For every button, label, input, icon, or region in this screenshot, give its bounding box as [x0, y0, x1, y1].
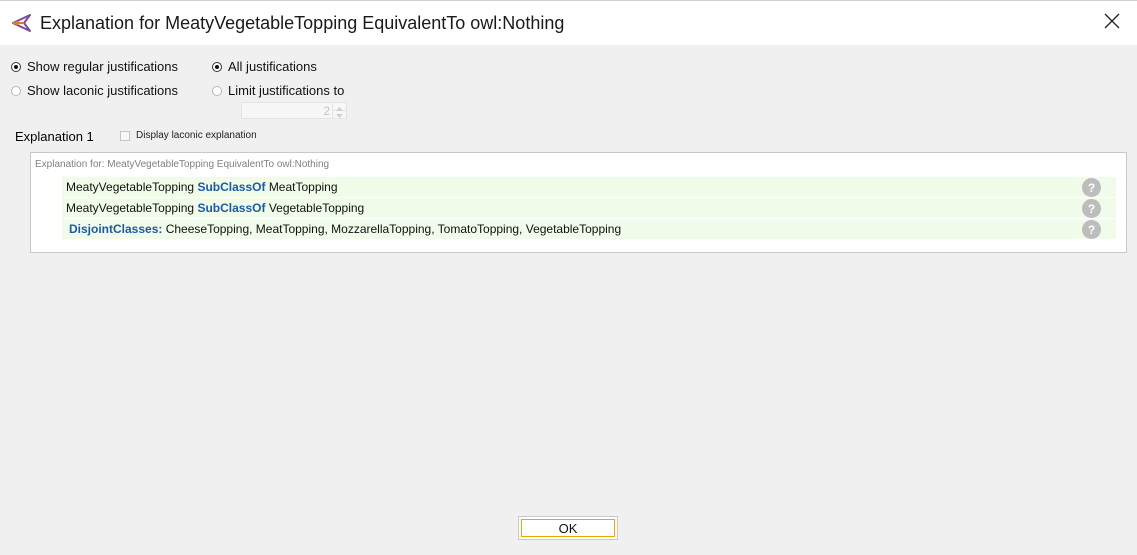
- display-laconic-checkbox[interactable]: Display laconic explanation: [120, 130, 257, 141]
- radio-indicator: [212, 61, 222, 72]
- axiom-text: DisjointClasses: CheeseTopping, MeatTopp…: [69, 222, 621, 236]
- axiom-row[interactable]: MeatyVegetableTopping SubClassOf Vegetab…: [62, 198, 1116, 219]
- explanation-title: Explanation 1: [15, 129, 94, 144]
- axiom-object: CheeseTopping, MeatTopping, MozzarellaTo…: [165, 222, 622, 236]
- explanation-header: Explanation for: MeatyVegetableTopping E…: [35, 159, 330, 170]
- chevron-down-icon: [336, 105, 343, 123]
- radio-label: Show regular justifications: [27, 59, 179, 74]
- axiom-subject: MeatyVegetableTopping: [66, 201, 195, 215]
- title-bar: Explanation for MeatyVegetableTopping Eq…: [0, 0, 1137, 45]
- axiom-row[interactable]: DisjointClasses: CheeseTopping, MeatTopp…: [62, 219, 1116, 240]
- limit-spinner[interactable]: 2: [241, 102, 347, 119]
- axiom-keyword: DisjointClasses:: [69, 222, 163, 236]
- radio-indicator: [11, 85, 21, 96]
- close-button[interactable]: [1096, 7, 1128, 39]
- spinner-down-button[interactable]: [333, 110, 346, 118]
- all-justifications-radio[interactable]: All justifications: [212, 59, 317, 74]
- show-regular-justifications-radio[interactable]: Show regular justifications: [11, 59, 178, 74]
- radio-indicator: [212, 85, 222, 96]
- close-icon: [1104, 13, 1120, 34]
- help-icon[interactable]: ?: [1082, 199, 1101, 218]
- show-laconic-justifications-radio[interactable]: Show laconic justifications: [11, 83, 178, 98]
- help-icon[interactable]: ?: [1082, 178, 1101, 197]
- axiom-keyword: SubClassOf: [197, 201, 266, 215]
- axiom-row[interactable]: MeatyVegetableTopping SubClassOf MeatTop…: [62, 177, 1116, 198]
- axiom-text: MeatyVegetableTopping SubClassOf Vegetab…: [66, 201, 364, 215]
- window-title: Explanation for MeatyVegetableTopping Eq…: [40, 13, 565, 33]
- explanation-panel: Explanation for: MeatyVegetableTopping E…: [30, 152, 1127, 253]
- help-icon[interactable]: ?: [1082, 220, 1101, 239]
- radio-indicator: [11, 61, 21, 72]
- axiom-keyword: SubClassOf: [197, 180, 266, 194]
- checkbox-box: [120, 130, 130, 141]
- axiom-text: MeatyVegetableTopping SubClassOf MeatTop…: [66, 180, 338, 194]
- radio-label: All justifications: [228, 59, 317, 74]
- limit-value: 2: [323, 104, 330, 118]
- ok-button-label: OK: [521, 519, 615, 537]
- radio-label: Limit justifications to: [228, 83, 345, 98]
- radio-label: Show laconic justifications: [27, 83, 179, 98]
- axiom-object: VegetableTopping: [268, 201, 365, 215]
- axiom-subject: MeatyVegetableTopping: [66, 180, 195, 194]
- spinner-arrows: [332, 103, 346, 118]
- axiom-object: MeatTopping: [268, 180, 338, 194]
- protege-icon: [11, 12, 33, 34]
- limit-justifications-radio[interactable]: Limit justifications to: [212, 83, 344, 98]
- checkbox-label: Display laconic explanation: [136, 130, 257, 141]
- ok-button[interactable]: OK: [518, 516, 618, 540]
